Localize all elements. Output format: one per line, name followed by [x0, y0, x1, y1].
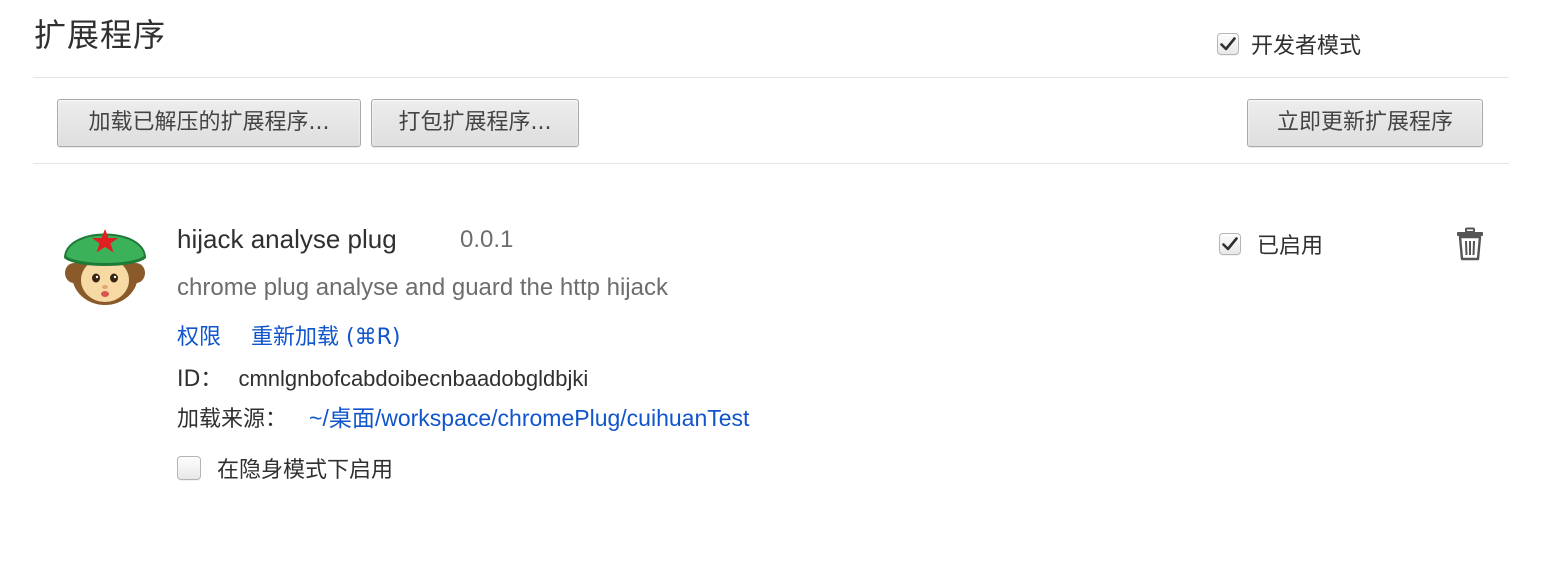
- header-divider: [33, 77, 1509, 78]
- page-title: 扩展程序: [34, 16, 167, 54]
- extension-source-path-link[interactable]: ~/桌面/workspace/chromePlug/cuihuanTest: [309, 405, 749, 431]
- update-extensions-button[interactable]: 立即更新扩展程序: [1247, 99, 1483, 147]
- extension-name: hijack analyse plug: [177, 224, 397, 254]
- checkmark-icon: [1222, 237, 1238, 251]
- enabled-checkbox[interactable]: [1219, 233, 1241, 255]
- incognito-checkbox[interactable]: [177, 456, 201, 480]
- developer-mode-toggle[interactable]: 开发者模式: [1217, 28, 1361, 60]
- trash-icon[interactable]: [1455, 227, 1485, 261]
- enabled-toggle[interactable]: 已启用: [1219, 228, 1323, 260]
- reload-link[interactable]: 重新加载 (⌘R): [251, 325, 400, 350]
- developer-mode-label: 开发者模式: [1251, 34, 1362, 59]
- developer-mode-checkbox[interactable]: [1217, 33, 1239, 55]
- toolbar-divider: [33, 163, 1509, 164]
- pack-extension-button[interactable]: 打包扩展程序...: [371, 99, 579, 147]
- extension-source-row: 加载来源： ~/桌面/workspace/chromePlug/cuihuanTe…: [177, 399, 749, 433]
- incognito-label: 在隐身模式下启用: [217, 458, 394, 483]
- checkmark-icon: [1220, 37, 1236, 51]
- extension-id-value: cmnlgnbofcabdoibecnbaadobgldbjki: [238, 366, 589, 391]
- permissions-link[interactable]: 权限: [177, 325, 221, 350]
- enabled-label: 已启用: [1257, 234, 1324, 259]
- extension-id-label: ID：: [177, 367, 223, 392]
- extension-source-label: 加载来源：: [177, 407, 288, 432]
- extension-id-row: ID： cmnlgnbofcabdoibecnbaadobgldbjki: [177, 361, 588, 393]
- extension-version: 0.0.1: [460, 226, 514, 253]
- extension-links: 权限 重新加载 (⌘R): [177, 319, 400, 351]
- incognito-toggle[interactable]: 在隐身模式下启用: [177, 452, 393, 484]
- load-unpacked-button[interactable]: 加载已解压的扩展程序...: [57, 99, 361, 147]
- monchhichi-green-cap-icon: [57, 213, 153, 309]
- extension-description: chrome plug analyse and guard the http h…: [177, 274, 668, 301]
